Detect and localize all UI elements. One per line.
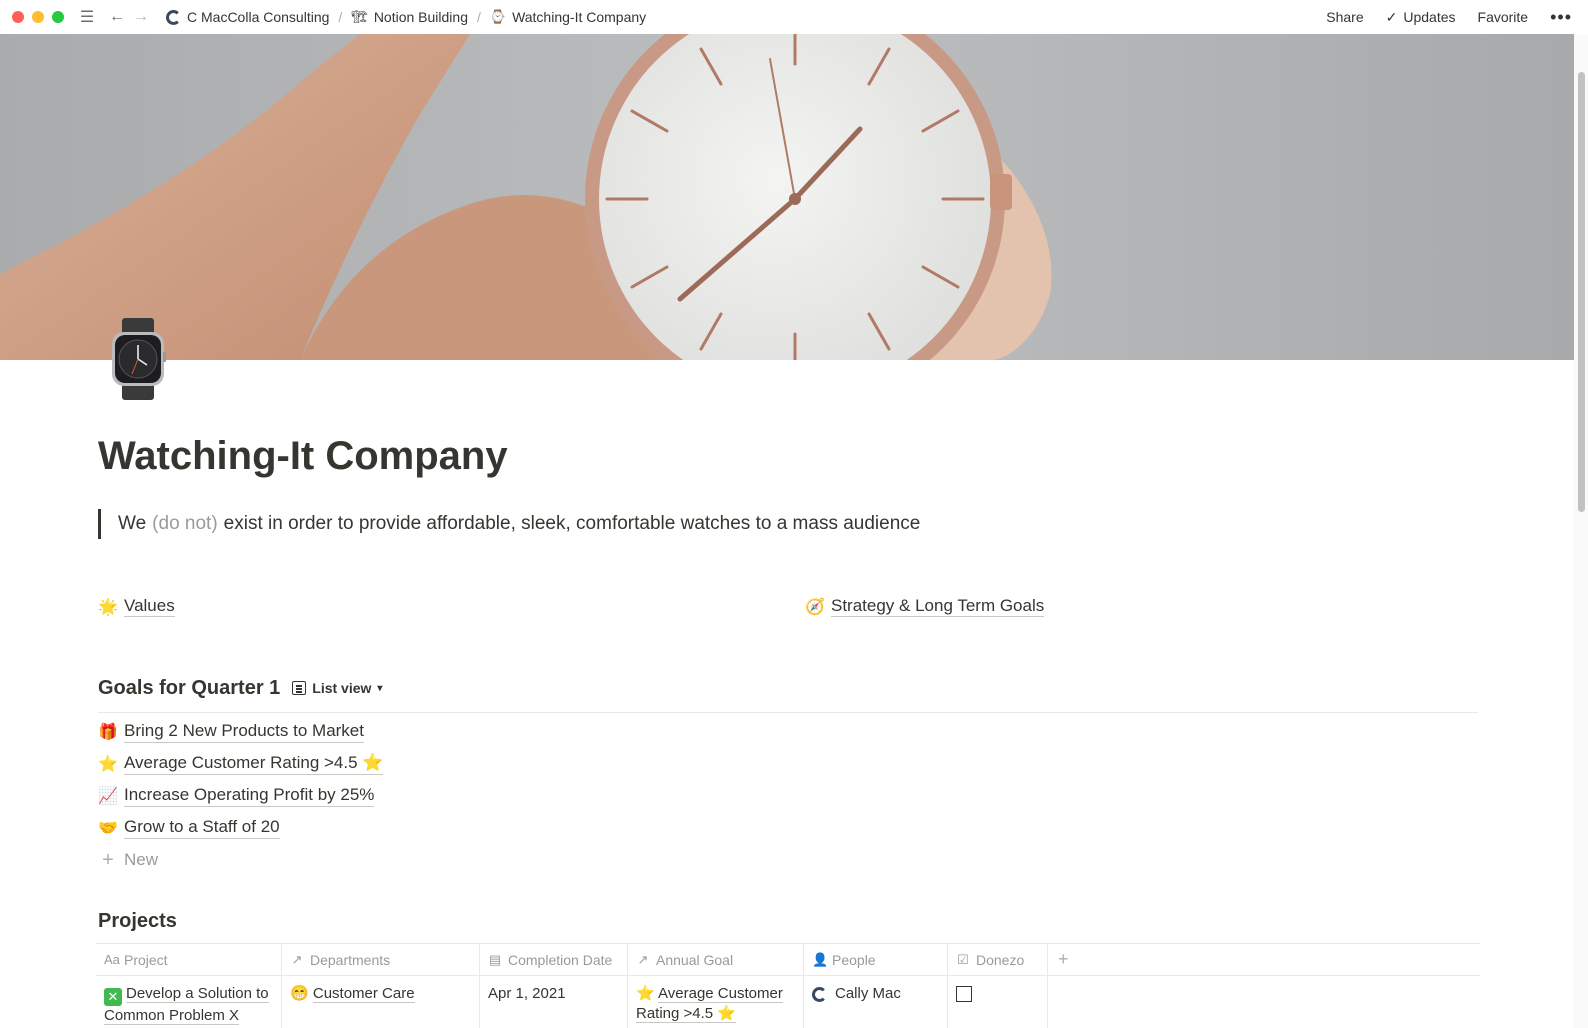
watch-icon: ⌚ bbox=[489, 9, 507, 24]
cell-people[interactable]: Cally Mac bbox=[804, 976, 948, 1028]
column-header-annual-goal[interactable]: ↗ Annual Goal bbox=[628, 944, 804, 975]
star-icon: ⭐ bbox=[636, 985, 655, 1002]
list-item[interactable]: 📈 Increase Operating Profit by 25% bbox=[98, 780, 383, 812]
breadcrumb: C MacColla Consulting / 🏗 Notion Buildin… bbox=[166, 9, 646, 25]
strategy-page-link[interactable]: 🧭 Strategy & Long Term Goals bbox=[805, 596, 1045, 618]
column-header-donezo[interactable]: ☑ Donezo bbox=[948, 944, 1048, 975]
updates-button[interactable]: Updates bbox=[1403, 9, 1455, 25]
relation-arrow-icon: ↗ bbox=[637, 951, 649, 967]
more-options-icon[interactable]: ••• bbox=[1550, 7, 1572, 28]
goal-label: Increase Operating Profit by 25% bbox=[124, 785, 375, 807]
table-header: Aa Project ↗ Departments ▤ Completion Da… bbox=[96, 943, 1480, 976]
back-arrow-icon[interactable]: ← bbox=[108, 8, 126, 26]
quote-suffix: exist in order to provide affordable, sl… bbox=[223, 513, 921, 534]
cell-donezo[interactable] bbox=[948, 976, 1048, 1028]
goals-list: 🎁 Bring 2 New Products to Market ⭐ Avera… bbox=[98, 716, 384, 876]
quote-muted-text: (do not) bbox=[152, 513, 218, 534]
share-button[interactable]: Share bbox=[1326, 9, 1363, 25]
calendar-icon: ▤ bbox=[488, 951, 502, 967]
scrollbar-thumb[interactable] bbox=[1578, 72, 1585, 512]
goal-label: Bring 2 New Products to Market bbox=[124, 721, 364, 743]
star-icon: ⭐ bbox=[98, 756, 118, 773]
avatar bbox=[812, 986, 827, 1002]
c-logo-icon bbox=[166, 9, 181, 25]
page-title[interactable]: Watching-It Company bbox=[98, 434, 508, 479]
new-goal-button[interactable]: + New bbox=[98, 844, 383, 876]
forward-arrow-icon[interactable]: → bbox=[132, 8, 150, 26]
column-header-people[interactable]: 👤 People bbox=[804, 944, 948, 975]
breadcrumb-separator: / bbox=[338, 9, 343, 25]
list-view-selector[interactable]: List view ▾ bbox=[292, 680, 382, 696]
strategy-link-label: Strategy & Long Term Goals bbox=[831, 596, 1045, 618]
maximize-window-button[interactable] bbox=[52, 11, 64, 23]
minimize-window-button[interactable] bbox=[32, 11, 44, 23]
close-window-button[interactable] bbox=[12, 11, 24, 23]
goals-section-header: Goals for Quarter 1 List view ▾ bbox=[98, 677, 1478, 713]
top-actions: Share ✓ Updates Favorite ••• bbox=[1326, 7, 1572, 28]
page-scrollbar[interactable] bbox=[1574, 34, 1588, 1028]
grinning-face-icon: 😁 bbox=[290, 985, 309, 1002]
chevron-down-icon: ▾ bbox=[377, 682, 383, 694]
sidebar-toggle-icon[interactable]: ☰ bbox=[78, 7, 96, 27]
compass-icon: 🧭 bbox=[805, 598, 825, 616]
text-property-icon: Aa bbox=[104, 952, 120, 967]
values-page-link[interactable]: 🌟 Values bbox=[98, 596, 175, 618]
cell-completion-date[interactable]: Apr 1, 2021 bbox=[480, 976, 628, 1028]
wrist-watch-cover-illustration bbox=[0, 34, 1574, 360]
column-header-departments[interactable]: ↗ Departments bbox=[282, 944, 480, 975]
goals-heading[interactable]: Goals for Quarter 1 bbox=[98, 677, 280, 700]
cell-departments[interactable]: 😁 Customer Care bbox=[282, 976, 480, 1028]
chart-increasing-icon: 📈 bbox=[98, 788, 118, 805]
favorite-button[interactable]: Favorite bbox=[1478, 9, 1529, 25]
handshake-icon: 🤝 bbox=[98, 820, 118, 837]
page-cover-image bbox=[0, 34, 1574, 360]
add-column-button[interactable]: + bbox=[1048, 944, 1480, 975]
table-row[interactable]: ✕ Develop a Solution to Common Problem X … bbox=[96, 976, 1480, 1028]
checkmark-icon: ✓ bbox=[1385, 8, 1398, 25]
projects-table: Aa Project ↗ Departments ▤ Completion Da… bbox=[96, 943, 1480, 1028]
page-watch-icon[interactable] bbox=[110, 318, 166, 400]
cell-project[interactable]: ✕ Develop a Solution to Common Problem X bbox=[96, 976, 282, 1028]
breadcrumb-item-current-page[interactable]: ⌚ Watching-It Company bbox=[490, 9, 646, 25]
list-item[interactable]: ⭐ Average Customer Rating >4.5 ⭐ bbox=[98, 748, 384, 780]
breadcrumb-item-workspace[interactable]: C MacColla Consulting bbox=[166, 9, 329, 25]
list-item[interactable]: 🤝 Grow to a Staff of 20 bbox=[98, 812, 383, 844]
projects-heading[interactable]: Projects bbox=[98, 910, 177, 933]
cross-mark-icon: ✕ bbox=[104, 988, 122, 1006]
quote-prefix: We bbox=[118, 513, 147, 534]
cell-annual-goal[interactable]: ⭐ Average Customer Rating >4.5 ⭐ bbox=[628, 976, 804, 1028]
relation-arrow-icon: ↗ bbox=[291, 951, 303, 967]
top-bar: ☰ ← → C MacColla Consulting / 🏗 Notion B… bbox=[0, 0, 1588, 34]
breadcrumb-separator: / bbox=[476, 9, 481, 25]
column-header-project[interactable]: Aa Project bbox=[96, 944, 282, 975]
list-item[interactable]: 🎁 Bring 2 New Products to Market bbox=[98, 716, 383, 748]
values-link-label: Values bbox=[124, 596, 175, 618]
building-icon: 🏗 bbox=[351, 9, 368, 24]
breadcrumb-item-notion-building[interactable]: 🏗 Notion Building bbox=[351, 9, 468, 25]
goal-label: Grow to a Staff of 20 bbox=[124, 817, 280, 839]
mission-quote[interactable]: We (do not) exist in order to provide af… bbox=[98, 509, 920, 539]
list-view-label: List view bbox=[312, 680, 372, 696]
checkbox-property-icon: ☑ bbox=[957, 951, 969, 967]
gift-icon: 🎁 bbox=[98, 724, 118, 741]
list-view-icon bbox=[292, 681, 307, 695]
done-checkbox[interactable] bbox=[956, 986, 972, 1002]
goal-label: Average Customer Rating >4.5 ⭐ bbox=[124, 753, 384, 775]
column-header-completion-date[interactable]: ▤ Completion Date bbox=[480, 944, 628, 975]
person-icon: 👤 bbox=[812, 951, 829, 967]
cell-empty bbox=[1048, 976, 1480, 1028]
plus-icon: + bbox=[102, 848, 114, 871]
window-controls bbox=[12, 11, 64, 23]
new-label: New bbox=[124, 850, 159, 869]
glowing-star-icon: 🌟 bbox=[98, 598, 118, 616]
